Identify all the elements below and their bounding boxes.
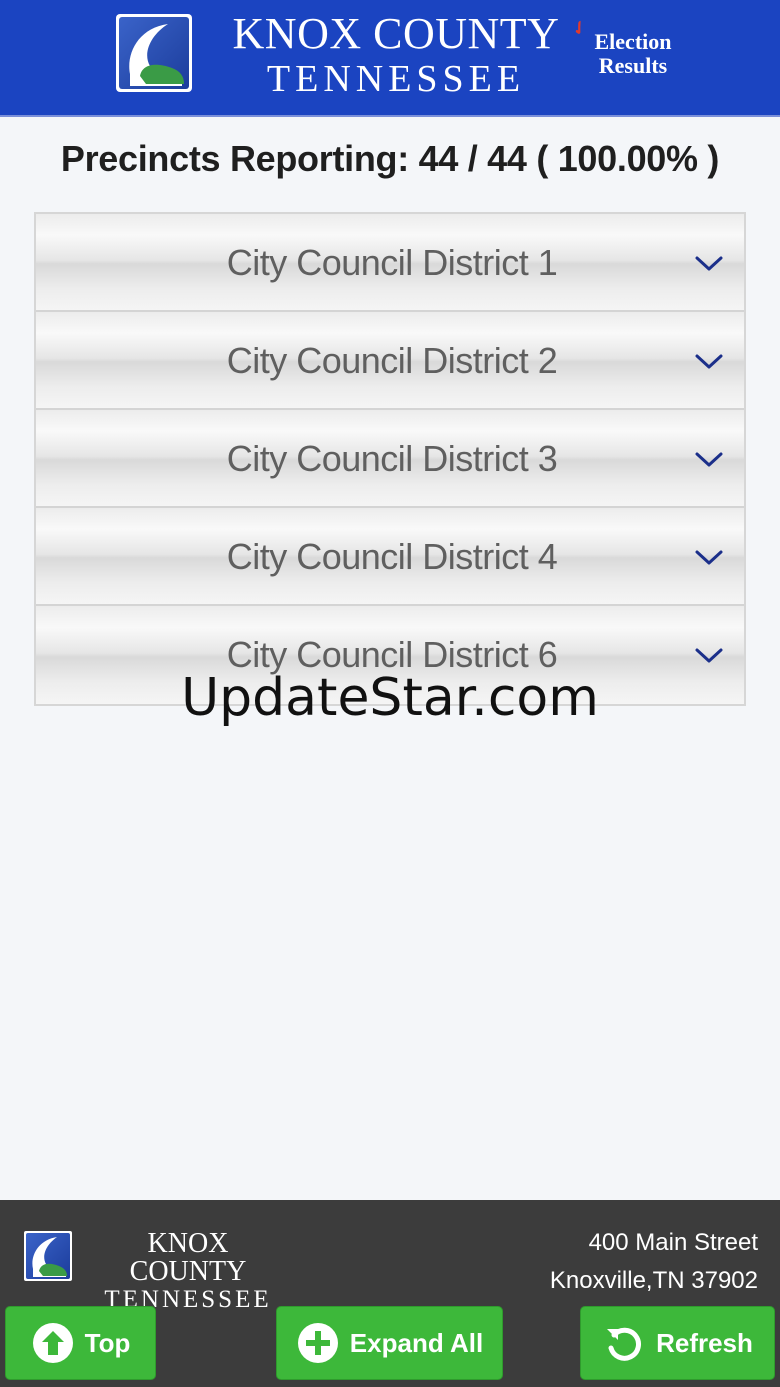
refresh-icon [602, 1321, 646, 1365]
header-title-line2: TENNESSEE [266, 58, 526, 100]
chevron-down-icon[interactable] [694, 643, 724, 667]
footer-title: KNOX COUNTY TENNESSEE [86, 1228, 290, 1313]
footer-title-line1: KNOX COUNTY [129, 1228, 247, 1287]
election-results-tag: ✓ Election Results [568, 15, 680, 78]
refresh-button-label: Refresh [656, 1327, 753, 1358]
watermark-text: UpdateStar.com [181, 668, 599, 728]
arrow-up-circle-icon [31, 1321, 75, 1365]
knox-county-logo-icon [116, 14, 192, 92]
accordion-item-district-4[interactable]: City Council District 4 [36, 508, 744, 606]
header-title-line1: KNOX COUNTY [232, 9, 560, 58]
accordion-item-district-1[interactable]: City Council District 1 [36, 214, 744, 312]
expand-all-button[interactable]: Expand All [276, 1306, 503, 1380]
page: KNOX COUNTY TENNESSEE ✓ Election Results… [0, 0, 780, 1387]
address-line2: Knoxville,TN 37902 [549, 1267, 758, 1294]
header-title: KNOX COUNTY TENNESSEE [226, 9, 566, 100]
tag-line1: Election [594, 29, 672, 54]
accordion-item-label: City Council District 3 [226, 438, 558, 479]
accordion-item-label: City Council District 1 [226, 242, 558, 283]
refresh-button[interactable]: Refresh [580, 1306, 775, 1380]
chevron-down-icon[interactable] [694, 545, 724, 569]
header-bar: KNOX COUNTY TENNESSEE ✓ Election Results [0, 0, 780, 117]
top-button-label: Top [84, 1327, 131, 1358]
tag-line2: Results [598, 53, 668, 78]
address-line1: 400 Main Street [588, 1229, 758, 1256]
footer-bar: KNOX COUNTY TENNESSEE 400 Main Street Kn… [0, 1200, 780, 1387]
district-accordion: City Council District 1 City Council Dis… [34, 212, 746, 706]
knox-county-logo-icon [24, 1231, 72, 1281]
accordion-item-district-3[interactable]: City Council District 3 [36, 410, 744, 508]
accordion-item-label: City Council District 2 [226, 340, 558, 381]
accordion-item-label: City Council District 4 [226, 536, 558, 577]
accordion-item-district-2[interactable]: City Council District 2 [36, 312, 744, 410]
plus-circle-icon [296, 1321, 340, 1365]
precincts-reporting: Precincts Reporting: 44 / 44 ( 100.00% ) [60, 138, 720, 179]
footer-address: 400 Main Street Knoxville,TN 37902 [550, 1224, 758, 1300]
chevron-down-icon[interactable] [694, 447, 724, 471]
top-button[interactable]: Top [5, 1306, 156, 1380]
chevron-down-icon[interactable] [694, 349, 724, 373]
expand-all-button-label: Expand All [349, 1327, 484, 1358]
chevron-down-icon[interactable] [694, 251, 724, 275]
